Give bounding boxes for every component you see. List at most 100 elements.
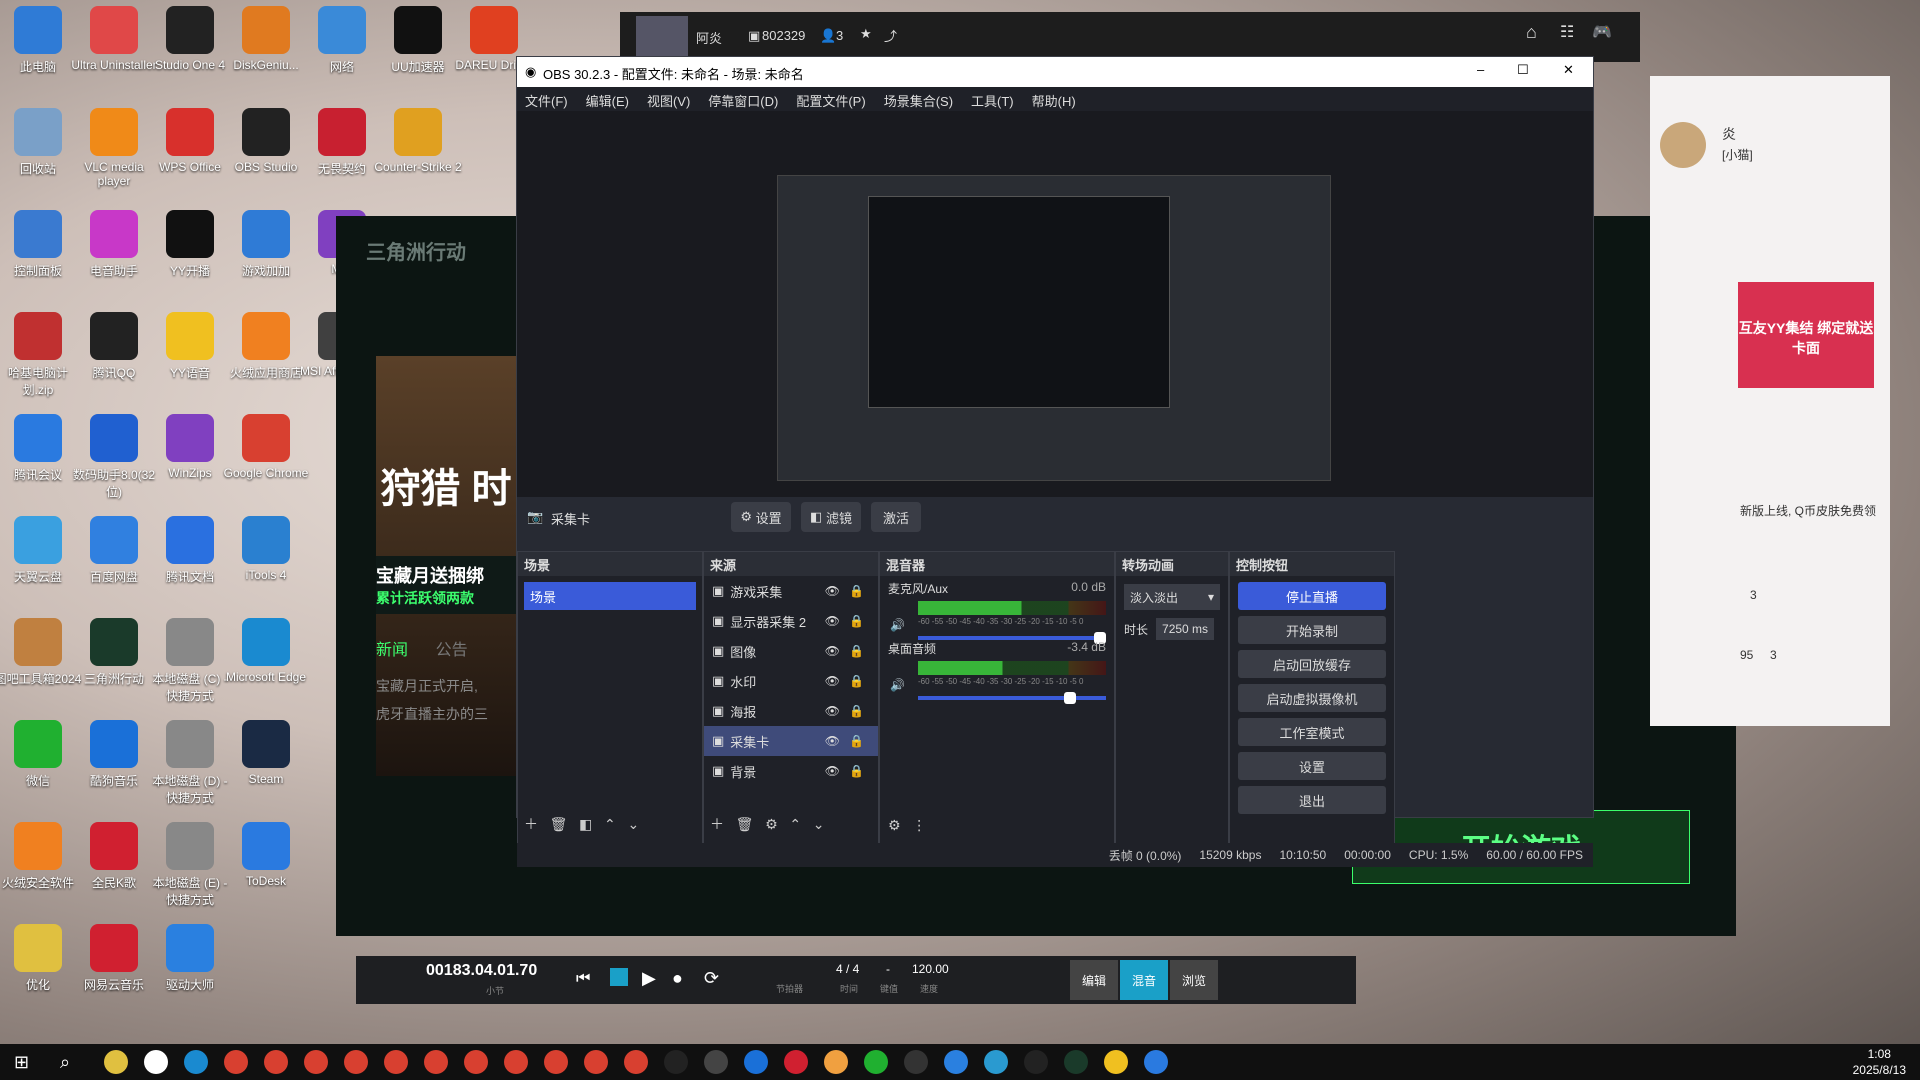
add-icon[interactable]: ＋	[524, 816, 538, 832]
lock-icon[interactable]: 🔒	[849, 734, 864, 748]
news-item[interactable]: 虎牙直播主办的三	[376, 700, 516, 728]
filter-icon[interactable]: ◧	[579, 816, 592, 832]
desktop-icon[interactable]: UU加速器	[374, 6, 462, 75]
eye-icon[interactable]: 👁	[825, 614, 840, 628]
tab-news[interactable]: 新闻	[376, 642, 408, 659]
menu-item[interactable]: 帮助(H)	[1032, 94, 1076, 109]
rewind-icon[interactable]: ⏮	[576, 970, 590, 988]
desktop-icon[interactable]: 电音助手	[70, 210, 158, 279]
tempo-value[interactable]: 120.00	[912, 962, 949, 976]
desktop-icon[interactable]: Microsoft Edge	[222, 618, 310, 684]
desktop-icon[interactable]: 百度网盘	[70, 516, 158, 585]
taskbar-app-icon[interactable]	[1104, 1050, 1128, 1074]
gear-icon[interactable]: ⚙	[765, 816, 778, 832]
streamer-thumbnail[interactable]	[636, 16, 688, 56]
desktop-icon[interactable]: 火绒应用商店	[222, 312, 310, 381]
menu-item[interactable]: 场景集合(S)	[884, 94, 953, 109]
desktop-icon[interactable]: OBS Studio	[222, 108, 310, 174]
source-item[interactable]: ▣ 图像 👁 🔒	[704, 636, 878, 666]
control-button[interactable]: 停止直播	[1238, 582, 1386, 610]
menu-item[interactable]: 视图(V)	[647, 94, 690, 109]
menu-item[interactable]: 停靠窗口(D)	[708, 94, 778, 109]
desktop-icon[interactable]: Studio One 4	[146, 6, 234, 72]
taskbar-app-icon[interactable]	[864, 1050, 888, 1074]
lock-icon[interactable]: 🔒	[849, 704, 864, 718]
promo-card[interactable]: 宝藏月送捆绑 累计活跃领两款	[376, 556, 516, 614]
desktop-icon[interactable]: ToDesk	[222, 822, 310, 888]
source-item[interactable]: ▣ 背景 👁 🔒	[704, 756, 878, 786]
lock-icon[interactable]: 🔒	[849, 764, 864, 778]
taskbar-app-icon[interactable]	[984, 1050, 1008, 1074]
taskbar-app-icon[interactable]	[784, 1050, 808, 1074]
gamepad-icon[interactable]: 🎮	[1592, 22, 1612, 42]
volume-slider[interactable]	[918, 692, 1106, 704]
taskbar-app-icon[interactable]	[424, 1050, 448, 1074]
desktop-icon[interactable]: YY语音	[146, 312, 234, 381]
speaker-icon[interactable]: 🔊	[890, 678, 905, 692]
taskbar-app-icon[interactable]	[184, 1050, 208, 1074]
record-icon[interactable]: ●	[672, 968, 683, 989]
time-signature[interactable]: 4 / 4	[836, 962, 859, 976]
desktop-icon[interactable]: 本地磁盘 (D) - 快捷方式	[146, 720, 234, 806]
source-item[interactable]: ▣ 海报 👁 🔒	[704, 696, 878, 726]
desktop-icon[interactable]: 全民K歌	[70, 822, 158, 891]
desktop-icon[interactable]: WinZips	[146, 414, 234, 480]
desktop-icon[interactable]: Google Chrome	[222, 414, 310, 480]
advanced-audio-icon[interactable]: ⚙	[888, 817, 901, 833]
lock-icon[interactable]: 🔒	[849, 674, 864, 688]
desktop-icon[interactable]: 本地磁盘 (C) - 快捷方式	[146, 618, 234, 704]
taskbar-app-icon[interactable]	[1024, 1050, 1048, 1074]
control-button[interactable]: 退出	[1238, 786, 1386, 814]
taskbar-app-icon[interactable]	[944, 1050, 968, 1074]
desktop-icon[interactable]: 腾讯QQ	[70, 312, 158, 381]
duration-input[interactable]: 7250 ms	[1156, 618, 1215, 640]
maximize-icon[interactable]: ☐	[1517, 62, 1529, 78]
taskbar-app-icon[interactable]	[664, 1050, 688, 1074]
tab-notice[interactable]: 公告	[436, 642, 468, 659]
slider-handle[interactable]	[1064, 692, 1076, 704]
control-button[interactable]: 开始录制	[1238, 616, 1386, 644]
star-icon[interactable]: ★	[860, 26, 872, 42]
key-value[interactable]: -	[886, 962, 890, 976]
source-settings-button[interactable]: ⚙ 设置	[731, 502, 791, 532]
desktop-icon[interactable]: 网易云音乐	[70, 924, 158, 993]
activate-button[interactable]: 激活	[871, 502, 921, 532]
desktop-icon[interactable]: WPS Office	[146, 108, 234, 174]
delete-icon[interactable]: 🗑	[736, 816, 754, 832]
lock-icon[interactable]: 🔒	[849, 614, 864, 628]
source-item[interactable]: ▣ 显示器采集 2 👁 🔒	[704, 606, 878, 636]
control-button[interactable]: 工作室模式	[1238, 718, 1386, 746]
loop-icon[interactable]: ⟳	[704, 968, 719, 989]
minimize-icon[interactable]: –	[1477, 62, 1484, 77]
add-icon[interactable]: ＋	[710, 816, 724, 832]
desktop-icon[interactable]: DiskGeniu...	[222, 6, 310, 72]
share-icon[interactable]: ⤴	[884, 26, 897, 45]
preview-canvas[interactable]	[777, 175, 1331, 481]
desktop-icon[interactable]: 网络	[298, 6, 386, 75]
home-icon[interactable]: ⌂	[1526, 22, 1537, 43]
eye-icon[interactable]: 👁	[825, 704, 840, 718]
preview-area[interactable]	[517, 111, 1593, 497]
taskbar-app-icon[interactable]	[1064, 1050, 1088, 1074]
eye-icon[interactable]: 👁	[825, 764, 840, 778]
transition-select[interactable]: 淡入淡出 ▾	[1124, 584, 1220, 610]
taskbar-app-icon[interactable]	[224, 1050, 248, 1074]
taskbar-app-icon[interactable]	[504, 1050, 528, 1074]
desktop-icon[interactable]: Counter-Strike 2	[374, 108, 462, 174]
play-icon[interactable]: ▶	[642, 968, 656, 989]
eye-icon[interactable]: 👁	[825, 734, 840, 748]
taskbar-app-icon[interactable]	[744, 1050, 768, 1074]
taskbar-app-icon[interactable]	[464, 1050, 488, 1074]
taskbar-app-icon[interactable]	[144, 1050, 168, 1074]
avatar[interactable]	[1660, 122, 1706, 168]
menu-item[interactable]: 编辑(E)	[586, 94, 629, 109]
eye-icon[interactable]: 👁	[825, 584, 840, 598]
eye-icon[interactable]: 👁	[825, 674, 840, 688]
desktop-icon[interactable]: 本地磁盘 (E) - 快捷方式	[146, 822, 234, 908]
eye-icon[interactable]: 👁	[825, 644, 840, 658]
news-item[interactable]: 宝藏月正式开启,	[376, 672, 516, 700]
desktop-icon[interactable]: VLC media player	[70, 108, 158, 188]
desktop-icon[interactable]: iTools 4	[222, 516, 310, 582]
source-item[interactable]: ▣ 游戏采集 👁 🔒	[704, 576, 878, 606]
scene-item[interactable]: 场景	[524, 582, 696, 610]
